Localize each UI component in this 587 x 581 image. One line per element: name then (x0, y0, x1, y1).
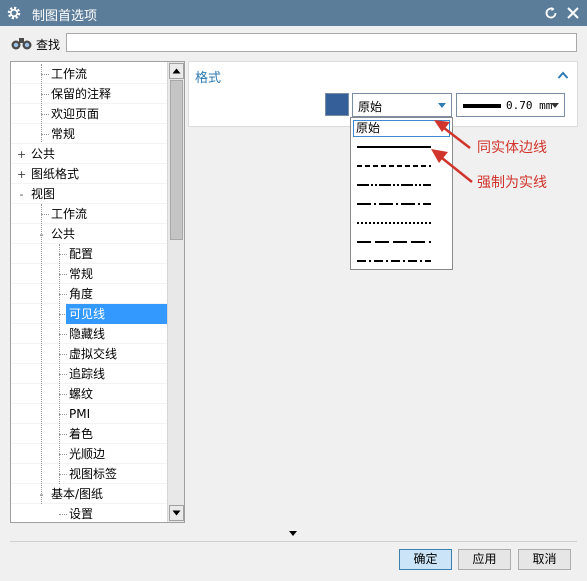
chevron-down-icon (551, 103, 559, 108)
tree-item[interactable]: 工作流 (11, 64, 167, 84)
line-option-dashed[interactable] (357, 158, 431, 174)
tree-item-label: 工作流 (51, 207, 88, 221)
annotation-arrow-2 (431, 149, 473, 183)
search-input[interactable] (66, 33, 577, 52)
tree-item-label: PMI (69, 407, 91, 421)
reset-icon[interactable] (544, 6, 558, 20)
tree-item[interactable]: 着色 (11, 424, 167, 444)
tree-item-label: 隐藏线 (69, 327, 106, 341)
scroll-thumb[interactable] (170, 80, 183, 240)
apply-button[interactable]: 应用 (458, 549, 511, 570)
tree-vline (41, 64, 42, 142)
tree-item[interactable]: 光顺边 (11, 444, 167, 464)
collapse-icon[interactable] (557, 70, 569, 80)
tree-item-label: 常规 (51, 127, 76, 141)
chevron-down-icon (438, 103, 446, 108)
tree-item[interactable]: PMI (11, 404, 167, 424)
expand-more-icon[interactable] (288, 530, 298, 537)
tree-item-label: 配置 (69, 247, 94, 261)
line-option-solid[interactable] (357, 139, 431, 155)
tree-item[interactable]: 常规 (11, 124, 167, 144)
window-title: 制图首选项 (32, 9, 98, 24)
tree-item[interactable]: - 公共 (11, 224, 167, 244)
line-font-select[interactable]: 原始 (352, 93, 452, 117)
line-option-long-dash-dot[interactable] (357, 196, 431, 212)
color-swatch[interactable] (325, 93, 349, 116)
search-row: 查找 (0, 26, 587, 60)
line-option-dotted[interactable] (357, 215, 431, 231)
scroll-up-button[interactable] (169, 63, 184, 79)
close-icon[interactable] (566, 6, 580, 20)
tree-item-label: 角度 (69, 287, 94, 301)
tree-item-label: 可见线 (66, 304, 167, 324)
footer-divider (10, 541, 577, 542)
tree-item-label: 光顺边 (69, 447, 106, 461)
expand-icon[interactable]: + (17, 149, 26, 160)
tree-vline (41, 204, 42, 504)
line-option-dash-dot[interactable] (357, 253, 431, 269)
tree-item[interactable]: 保留的注释 (11, 84, 167, 104)
tree-item[interactable]: - 视图 (11, 184, 167, 204)
tree-item[interactable]: 常规 (11, 264, 167, 284)
line-width-swatch (463, 104, 501, 108)
tree-item-label: 视图标签 (69, 467, 118, 481)
scroll-down-button[interactable] (169, 505, 184, 521)
ok-button[interactable]: 确定 (399, 549, 452, 570)
collapse-node-icon[interactable]: - (17, 189, 26, 200)
tree-item[interactable]: 设置 (11, 504, 167, 522)
tree-item-label: 常规 (69, 267, 94, 281)
tree-item[interactable]: 配置 (11, 244, 167, 264)
up-arrow-icon (172, 68, 181, 74)
line-option-long-dash[interactable] (357, 234, 431, 250)
down-arrow-icon (172, 510, 181, 516)
line-width-select[interactable]: 0.70 mm (456, 93, 565, 117)
tree-item-label: 螺纹 (69, 387, 94, 401)
tree-item-label: 工作流 (51, 67, 88, 81)
annotation-text-2: 强制为实线 (477, 175, 547, 191)
tree-item[interactable]: 隐藏线 (11, 324, 167, 344)
expand-icon[interactable]: + (17, 169, 26, 180)
tree-item[interactable]: 视图标签 (11, 464, 167, 484)
tree-item[interactable]: 螺纹 (11, 384, 167, 404)
tree-item-label: 公共 (51, 227, 76, 241)
tree-item-label: 设置 (69, 507, 94, 521)
tree-vline (59, 244, 60, 484)
tree-item-label: 欢迎页面 (51, 107, 100, 121)
tree-item[interactable]: 追踪线 (11, 364, 167, 384)
cancel-button[interactable]: 取消 (518, 549, 571, 570)
annotation-text-1: 同实体边线 (477, 140, 547, 156)
tree-item[interactable]: 工作流 (11, 204, 167, 224)
tree-item[interactable]: + 图纸格式 (11, 164, 167, 184)
search-label: 查找 (36, 38, 61, 52)
line-font-value: 原始 (358, 100, 383, 114)
preference-tree: 工作流 保留的注释 欢迎页面 常规 + 公共 + 图纸格式 - 视图 工作流 - 公共 配置 常规 角度 可见线… (10, 61, 185, 523)
tree-item[interactable]: + 公共 (11, 144, 167, 164)
section-title: 格式 (195, 71, 222, 86)
tree-item-label: 保留的注释 (51, 87, 112, 101)
tree-item[interactable]: - 基本/图纸 (11, 484, 167, 504)
gear-icon (7, 6, 21, 20)
tree-item-label: 追踪线 (69, 367, 106, 381)
tree-item-label: 图纸格式 (31, 167, 80, 181)
line-option-long-dash-double-dot[interactable] (357, 177, 431, 193)
tree-item[interactable]: 虚拟交线 (11, 344, 167, 364)
tree-item-label: 着色 (69, 427, 94, 441)
binoculars-icon (11, 38, 32, 50)
tree-item-label: 基本/图纸 (51, 487, 104, 501)
line-width-value: 0.70 mm (506, 99, 553, 112)
tree-item[interactable]: 欢迎页面 (11, 104, 167, 124)
title-bar: 制图首选项 (0, 0, 587, 26)
tree-list: 工作流 保留的注释 欢迎页面 常规 + 公共 + 图纸格式 - 视图 工作流 - 公共 配置 常规 角度 可见线… (11, 64, 167, 522)
tree-item-label: 虚拟交线 (69, 347, 118, 361)
tree-scrollbar[interactable] (167, 62, 184, 522)
tree-item[interactable]: 角度 (11, 284, 167, 304)
tree-item[interactable]: 可见线 (11, 304, 167, 324)
tree-item-label: 视图 (31, 187, 56, 201)
tree-item-label: 公共 (31, 147, 56, 161)
